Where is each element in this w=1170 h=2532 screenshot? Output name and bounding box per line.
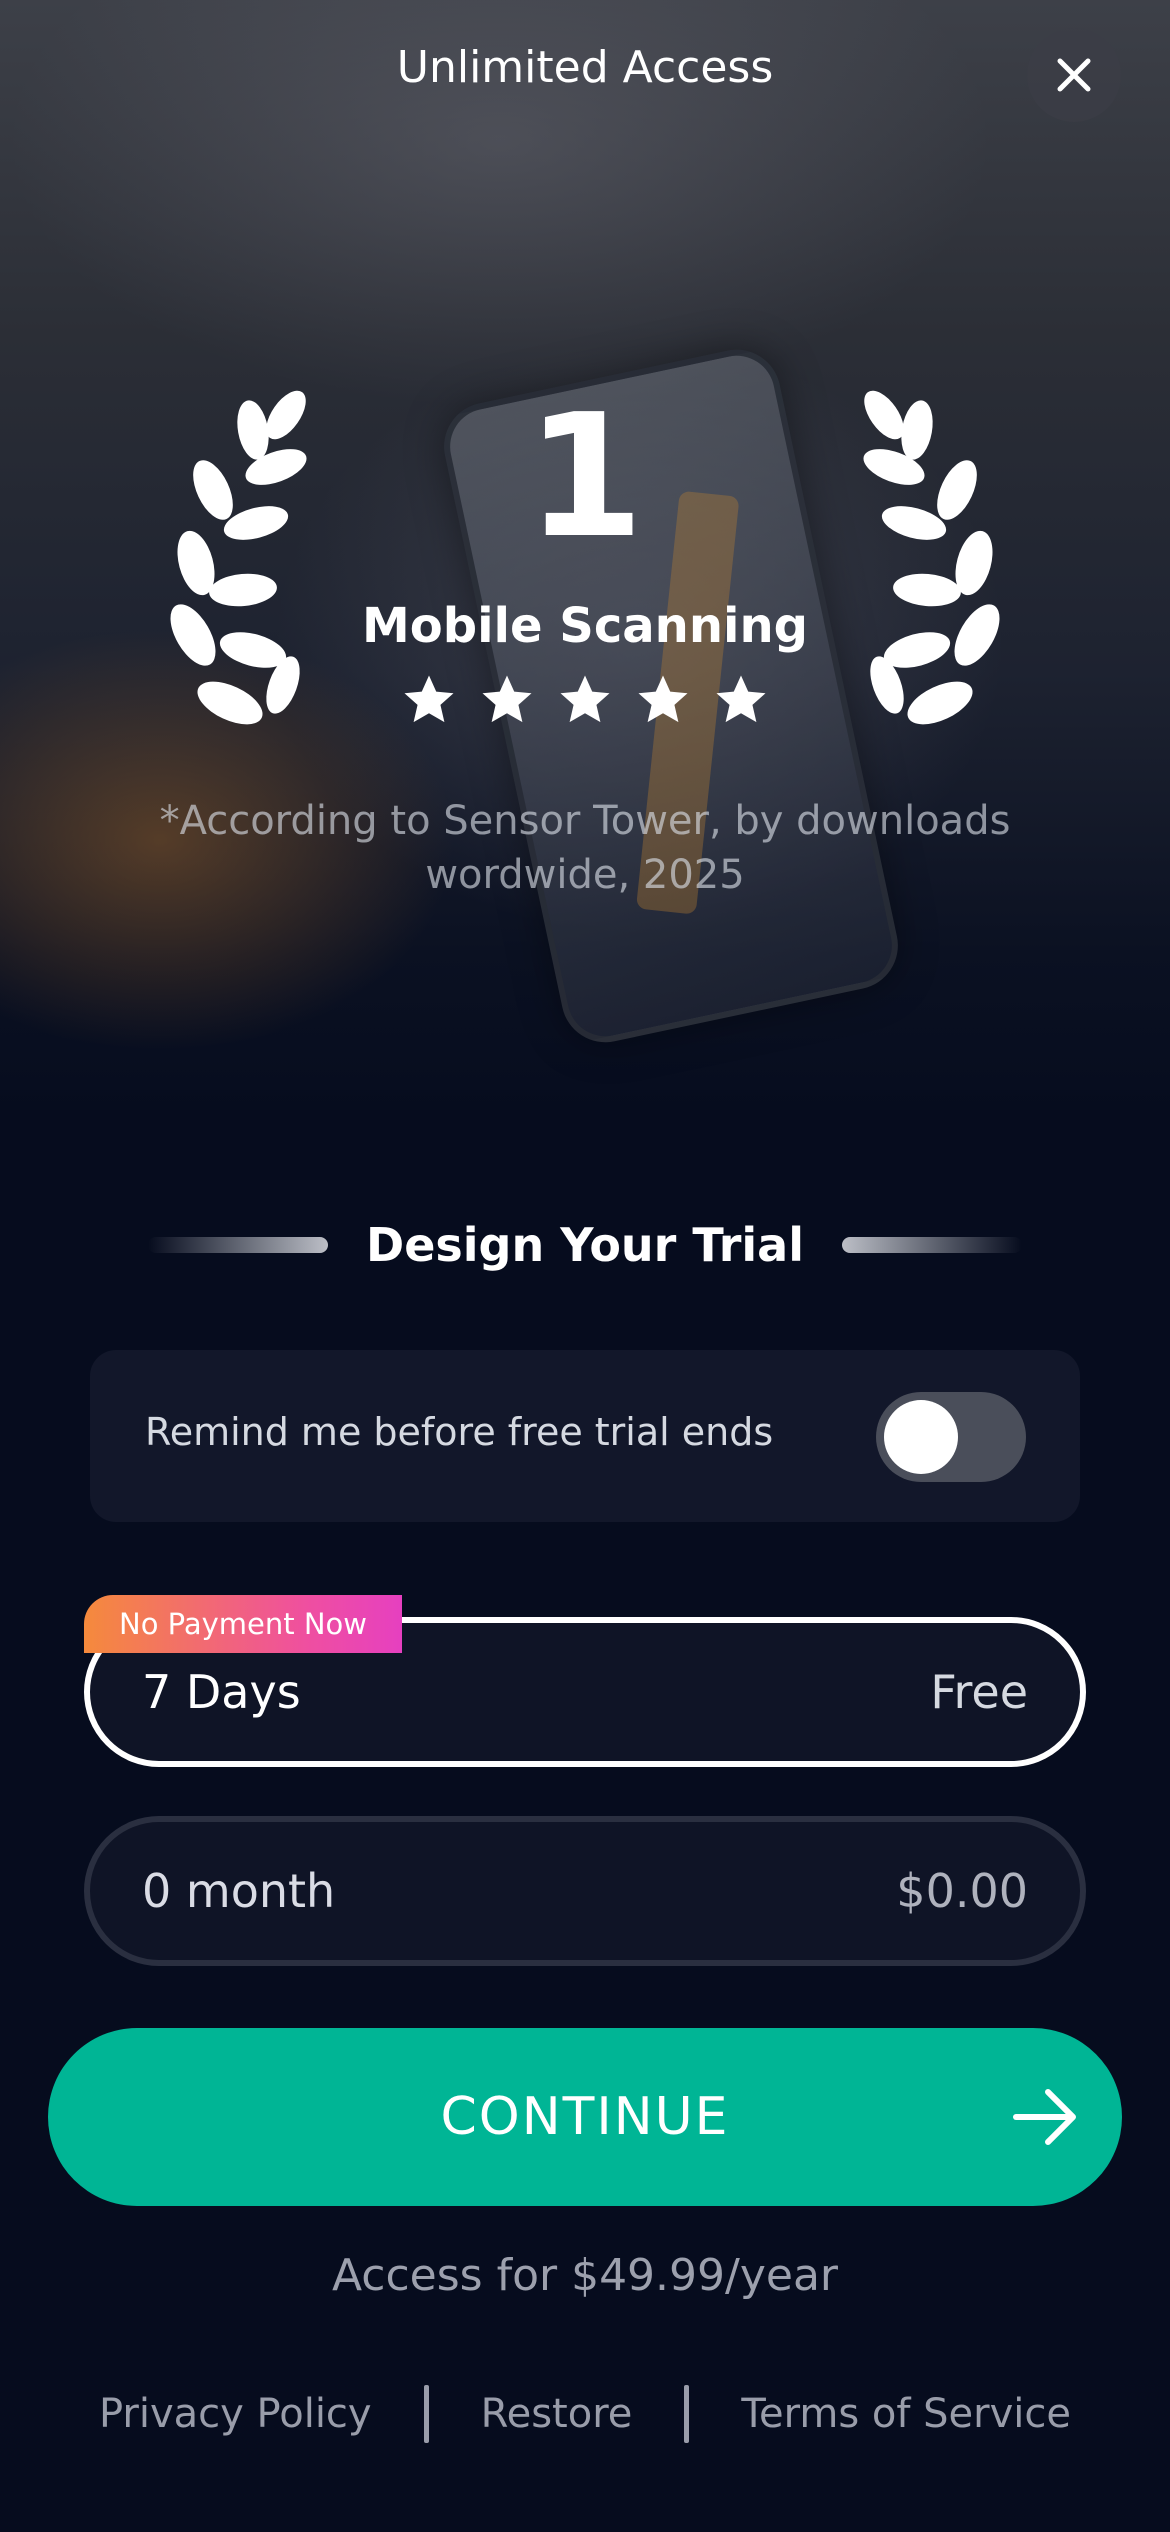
reminder-label: Remind me before free trial ends <box>145 1410 774 1454</box>
restore-link[interactable]: Restore <box>481 2391 633 2437</box>
source-note: *According to Sensor Tower, by downloads… <box>159 798 1011 898</box>
award-label: Mobile Scanning <box>361 598 808 654</box>
section-header: Design Your Trial <box>0 1212 1170 1278</box>
divider <box>841 1237 1022 1253</box>
toggle-knob <box>884 1400 958 1474</box>
page-title: Unlimited Access <box>396 42 774 93</box>
footer-separator <box>423 2385 429 2443</box>
plan-price: $0.00 <box>896 1864 1028 1918</box>
close-icon <box>1057 58 1091 92</box>
plan-name: 0 month <box>142 1864 336 1918</box>
divider <box>148 1237 329 1253</box>
rating-stars <box>0 672 1170 736</box>
arrow-right-icon <box>1013 2089 1076 2145</box>
no-payment-badge: No Payment Now <box>84 1595 402 1653</box>
footer-links: Privacy Policy Restore Terms of Service <box>0 2382 1170 2446</box>
plan-price: Free <box>930 1665 1028 1719</box>
continue-button[interactable]: CONTINUE <box>48 2028 1122 2206</box>
star-icon <box>638 675 688 723</box>
star-icon <box>482 675 532 723</box>
star-icon <box>404 675 454 723</box>
price-note: Access for $49.99/year <box>331 2250 839 2301</box>
continue-label: CONTINUE <box>440 2087 730 2147</box>
star-icon <box>716 675 766 723</box>
star-icon <box>560 675 610 723</box>
plan-option-month[interactable]: 0 month $0.00 <box>84 1816 1086 1966</box>
section-title: Design Your Trial <box>366 1218 804 1272</box>
footer-separator <box>684 2385 690 2443</box>
privacy-policy-link[interactable]: Privacy Policy <box>99 2391 372 2437</box>
award-rank: 1 <box>525 378 645 576</box>
terms-of-service-link[interactable]: Terms of Service <box>741 2391 1071 2437</box>
reminder-card: Remind me before free trial ends <box>90 1350 1080 1522</box>
reminder-toggle[interactable] <box>876 1392 1026 1482</box>
close-button[interactable] <box>1027 28 1121 122</box>
